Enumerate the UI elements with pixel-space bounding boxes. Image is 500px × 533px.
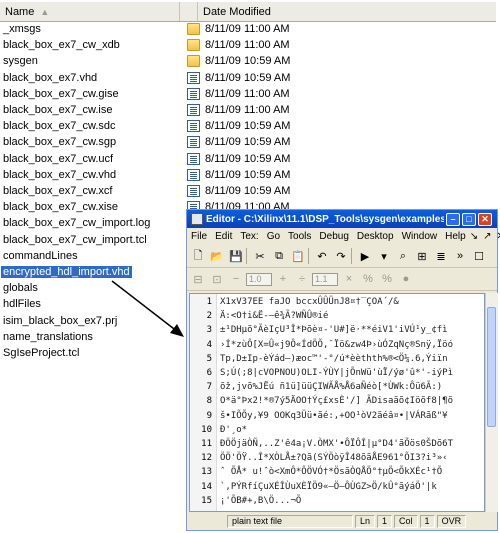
code-line[interactable]: Ð'¸o* [220, 425, 247, 435]
menu-bar: File Edit Tex: Go Tools Debug Desktop Wi… [187, 228, 500, 245]
scrollbar-thumb[interactable] [487, 307, 496, 427]
menu-debug[interactable]: Debug [315, 231, 352, 242]
save-icon[interactable]: 💾 [228, 248, 244, 264]
paste-icon[interactable]: 📋 [290, 248, 306, 264]
toolbar-divider [308, 248, 309, 264]
editor-title: Editor - C:\Xilinx\11.1\DSP_Tools\sysgen… [206, 213, 444, 225]
status-ln-label: Ln [355, 515, 376, 528]
code-line[interactable]: ›Í*zùÔ[X=Û«j9Ô«ÍdÖÕ,¯Ïö&zw4Þ›ùÓZqNç®Snÿ,… [220, 340, 453, 350]
undock-icon[interactable]: ↗ [483, 231, 491, 242]
multiply-icon[interactable]: × [341, 271, 357, 287]
increment-field[interactable]: 1.1 [312, 272, 338, 286]
copy-icon[interactable]: ⧉ [271, 248, 287, 264]
code-line[interactable]: õž,jvõ%JËú ñ1ü]üüÇIWÃÅ%Å6aÑéò[*ÙWk:Ôü6Ã:… [220, 382, 442, 392]
status-bar: plain text file Ln 1 Col 1 OVR [187, 513, 497, 530]
code-line[interactable]: O*ä°Þx2!*®7ý5ÄOO†Ýç£xsÈ'/] ÃDisaãõ¢Iöõf8… [220, 396, 453, 406]
find-icon[interactable]: ⌕ [395, 248, 411, 264]
cut-icon[interactable]: ✂ [252, 248, 268, 264]
menu-file[interactable]: File [187, 231, 211, 242]
line-number: 15 [201, 495, 212, 506]
format-icon[interactable]: ⊞ [414, 248, 430, 264]
code-line[interactable]: ÐÖÖjäÒÑ,..Z'ê4a¡V.ÒMX'•ÔÏÔÎ|µ°D4'ãÕös0ŠD… [220, 439, 453, 449]
cell-toolbar: ⊟ ⊡ − 1.0 + ÷ 1.1 × % % ● [187, 268, 497, 291]
divide-icon[interactable]: ÷ [294, 271, 310, 287]
line-number: 11 [201, 439, 212, 449]
code-line[interactable]: X1xV37EE faJO bccxÛÛÜnJ8¤†‾ÇOA´/& [220, 297, 399, 307]
toolbar-divider [351, 248, 352, 264]
line-number: 2 [206, 311, 212, 322]
cell-mode-icon[interactable]: ⊟ [190, 271, 206, 287]
code-line[interactable]: ˆ ÕÅ* u!ˆò<XmÔ*ÔÖVÓ†*ÖsãÒQÅÖ°†µÖ<ÕkXÉc¹†… [220, 467, 442, 477]
decrement-field[interactable]: 1.0 [246, 272, 272, 286]
vertical-scrollbar[interactable] [485, 293, 498, 512]
line-number: 13 [201, 467, 212, 478]
menu-window[interactable]: Window [398, 231, 442, 242]
code-line[interactable]: Tp,D±Ip-èÝád—)æoc™'-°/ú*èèthth%®<Ö¼.6,Ýi… [220, 354, 448, 364]
code-line[interactable]: Ä:<O†i&Ë-—ê¾Ã?WÑÛ®ié [220, 311, 328, 321]
minus-icon[interactable]: − [228, 271, 244, 287]
menu-tools[interactable]: Tools [284, 231, 315, 242]
open-file-icon[interactable]: 📂 [209, 248, 225, 264]
line-number: 10 [201, 424, 212, 435]
code-line[interactable]: ÖÖ'ÖŸ..Î*XÒLÅ±?Qã(SÝÖòÿÎ48õãÅE961°ÕI3?i³… [220, 453, 448, 463]
code-line[interactable]: š•IÕÕy,¥9 OOKq3Üü•ãé:,+OO¹òV2ãéâ¤•|VÁRãß… [220, 411, 448, 421]
layout-icon[interactable]: ☐ [471, 248, 487, 264]
line-number: 3 [206, 325, 212, 336]
arrow-line [111, 280, 179, 333]
menu-go[interactable]: Go [263, 231, 284, 242]
line-number: 6 [206, 368, 212, 378]
code-line[interactable]: S;Ú(;8|cVOPNOU)OLI-ÝÙY|jÕnWü'ùÏ/ýø'û*'-i… [220, 368, 453, 378]
cell-eval-icon[interactable]: ⊡ [209, 271, 225, 287]
stack-icon[interactable]: ≣ [433, 248, 449, 264]
help-circle-icon[interactable]: ● [398, 271, 414, 287]
arrow-head [170, 324, 184, 337]
status-mode: plain text file [227, 515, 353, 528]
dropdown-icon[interactable]: ▾ [376, 248, 392, 264]
code-line[interactable]: ¡'ÕB#+,B\Ö...¬Õ [220, 496, 301, 506]
menu-text[interactable]: Tex: [236, 231, 262, 242]
minimize-button[interactable]: – [446, 212, 460, 226]
editor-toolbar: 🗋 📂 💾 ✂ ⧉ 📋 ↶ ↷ ▶ ▾ ⌕ ⊞ ≣ » ☐ [187, 245, 497, 268]
undo-icon[interactable]: ↶ [314, 248, 330, 264]
line-number: 1 [206, 297, 212, 307]
toolbar-divider [246, 248, 247, 264]
status-col: 1 [419, 515, 435, 528]
code-line[interactable]: ±¹DHµõ°ÃèIçU³Î*Þõè¤-'U#]ë·**éiV1'iVÚ¹y_¢… [220, 325, 448, 335]
close-doc-icon[interactable]: ✕ [497, 231, 500, 242]
percent-alt-icon[interactable]: % [379, 271, 395, 287]
line-number: 12 [201, 453, 212, 464]
status-ovr: OVR [436, 515, 467, 528]
editor-window: Editor - C:\Xilinx\11.1\DSP_Tools\sysgen… [186, 209, 500, 531]
plus-icon[interactable]: + [275, 271, 291, 287]
status-col-label: Col [394, 515, 418, 528]
redo-icon[interactable]: ↷ [333, 248, 349, 264]
menu-edit[interactable]: Edit [211, 231, 236, 242]
line-number: 14 [201, 481, 212, 492]
new-file-icon[interactable]: 🗋 [190, 248, 206, 264]
line-number: 4 [206, 339, 212, 350]
line-number: 5 [206, 353, 212, 364]
percent-icon[interactable]: % [360, 271, 376, 287]
run-icon[interactable]: ▶ [357, 248, 373, 264]
line-number: 9 [206, 410, 212, 421]
close-button[interactable]: ✕ [478, 212, 492, 226]
dock-icon[interactable]: ↘ [470, 231, 478, 242]
status-ln: 1 [377, 515, 393, 528]
menu-desktop[interactable]: Desktop [353, 231, 398, 242]
more-icon[interactable]: » [452, 248, 468, 264]
editor-app-icon [191, 213, 203, 225]
line-number: 8 [206, 396, 212, 407]
line-number: 7 [206, 382, 212, 393]
maximize-button[interactable]: □ [462, 212, 476, 226]
menu-help[interactable]: Help [441, 231, 470, 242]
code-area[interactable]: 1 X1xV37EE faJO bccxÛÛÜnJ8¤†‾ÇOA´/& 2 Ä:<O†… [189, 293, 485, 512]
editor-titlebar[interactable]: Editor - C:\Xilinx\11.1\DSP_Tools\sysgen… [187, 210, 497, 228]
code-line[interactable]: `,PÝRfíÇuXÉÎÙuXÈÏÖ9«—Ö—ÔÙGZ>Ö/kÛ°ãýáÖ'|k [220, 482, 437, 492]
